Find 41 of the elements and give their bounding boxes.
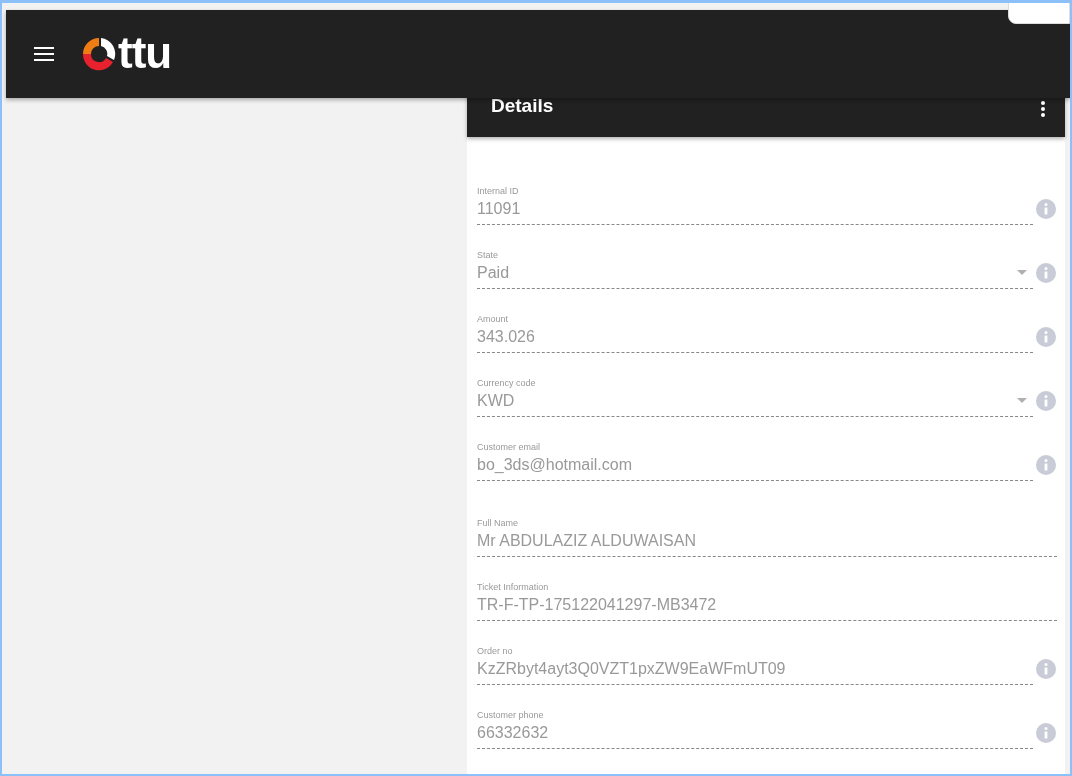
menu-icon[interactable] xyxy=(34,47,54,61)
field-label: Full Name xyxy=(477,517,519,528)
logo-text: ttu xyxy=(118,31,172,75)
field-value: Paid xyxy=(477,263,510,282)
input-field[interactable]: Order no KzZRbyt4ayt3Q0VZT1pxZW9EaWFmUT09 xyxy=(477,645,1033,685)
field-value: TR-F-TP-175122041297-MB3472 xyxy=(477,595,717,614)
field-value: 66332632 xyxy=(477,723,549,742)
field-value: KzZRbyt4ayt3Q0VZT1pxZW9EaWFmUT09 xyxy=(477,659,786,678)
input-field[interactable]: Customer email bo_3ds@hotmail.com xyxy=(477,441,1033,481)
more-options-icon[interactable] xyxy=(1041,101,1045,117)
caret-icon xyxy=(1017,398,1027,403)
field-label: Amount xyxy=(477,313,510,324)
field-label: Currency code xyxy=(477,377,537,388)
field-value: bo_3ds@hotmail.com xyxy=(477,455,632,474)
logo-ring-icon xyxy=(80,35,118,73)
info-icon[interactable] xyxy=(1036,391,1056,411)
field-value: Mr ABDULAZIZ ALDUWAISAN xyxy=(477,531,696,550)
info-icon[interactable] xyxy=(1036,327,1056,347)
select-field[interactable]: Currency code KWD xyxy=(477,377,1033,417)
input-field[interactable]: Internal ID 11091 xyxy=(477,185,1033,225)
field-value: KWD xyxy=(477,391,515,410)
card-title: Details xyxy=(491,95,554,117)
info-icon[interactable] xyxy=(1036,723,1056,743)
field-value: 11091 xyxy=(477,199,521,218)
field-label: State xyxy=(477,249,499,260)
field-label: Customer phone xyxy=(477,709,545,720)
select-field[interactable]: State Paid xyxy=(477,249,1033,289)
field-label: Customer email xyxy=(477,441,542,452)
input-field[interactable]: Customer phone 66332632 xyxy=(477,709,1033,749)
info-icon[interactable] xyxy=(1036,199,1056,219)
caret-icon xyxy=(1017,270,1027,275)
input-field[interactable]: Ticket Information TR-F-TP-175122041297-MB3472 xyxy=(477,581,1057,621)
field-label: Ticket Information xyxy=(477,581,550,592)
field-value: 343.026 xyxy=(477,327,535,346)
input-field[interactable]: Full Name Mr ABDULAZIZ ALDUWAISAN xyxy=(477,517,1057,557)
input-field[interactable]: Amount 343.026 xyxy=(477,313,1033,353)
field-label: Internal ID xyxy=(477,185,520,196)
field-label: Order no xyxy=(477,645,514,656)
info-icon[interactable] xyxy=(1036,455,1056,475)
info-icon[interactable] xyxy=(1036,659,1056,679)
info-icon[interactable] xyxy=(1036,263,1056,283)
